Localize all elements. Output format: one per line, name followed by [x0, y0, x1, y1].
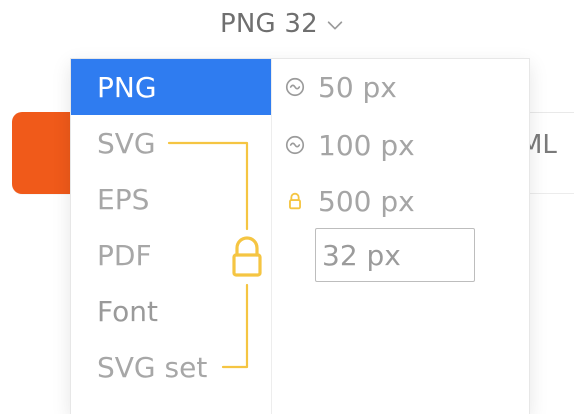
- format-option-label: PNG: [97, 70, 157, 104]
- custom-size-field[interactable]: [315, 228, 475, 282]
- format-option-png[interactable]: PNG: [71, 59, 271, 115]
- format-option-svg-set[interactable]: SVG set: [71, 339, 271, 395]
- size-option-50[interactable]: 50 px: [284, 59, 397, 115]
- infinity-icon: [285, 77, 305, 97]
- size-option-label: 100 px: [318, 128, 415, 162]
- format-option-label: EPS: [97, 182, 150, 216]
- size-option-label: 500 px: [318, 184, 415, 218]
- chevron-down-icon: [327, 21, 343, 30]
- format-option-eps[interactable]: EPS: [71, 171, 271, 227]
- format-option-svg[interactable]: SVG: [71, 115, 271, 171]
- size-option-label: 50 px: [318, 70, 397, 104]
- format-size-label: PNG 32: [220, 9, 318, 39]
- format-size-toggle[interactable]: PNG 32: [220, 4, 346, 44]
- custom-size-input[interactable]: [316, 229, 474, 281]
- format-option-font[interactable]: Font: [71, 283, 271, 339]
- format-dropdown: PNG SVG EPS PDF Font SVG set 50 px 100 p…: [70, 58, 530, 414]
- size-option-100[interactable]: 100 px: [284, 117, 415, 173]
- format-list: PNG SVG EPS PDF Font SVG set: [71, 59, 271, 395]
- infinity-icon: [285, 135, 305, 155]
- format-option-label: PDF: [97, 238, 152, 272]
- format-option-label: SVG set: [97, 350, 208, 384]
- size-option-500[interactable]: 500 px: [284, 173, 415, 229]
- format-option-label: SVG: [97, 126, 156, 160]
- icon-download-ui: PNG 32 ML PNG SVG EPS PDF Font SVG set 5…: [0, 0, 574, 414]
- lock-icon: [289, 192, 301, 210]
- format-option-pdf[interactable]: PDF: [71, 227, 271, 283]
- format-option-label: Font: [97, 294, 158, 328]
- size-options: 50 px 100 px 500 px: [272, 59, 529, 282]
